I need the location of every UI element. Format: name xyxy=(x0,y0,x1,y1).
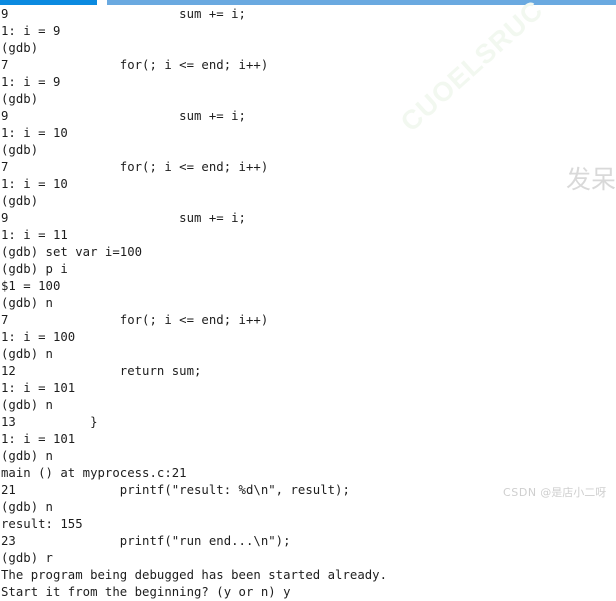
terminal-line: 1: i = 101 xyxy=(1,432,76,446)
terminal-line: The program being debugged has been star… xyxy=(1,568,388,582)
terminal-line: 9 sum += i; xyxy=(1,7,246,21)
terminal-line: (gdb) xyxy=(1,92,46,106)
terminal-line: 1: i = 101 xyxy=(1,381,76,395)
terminal-line: 1: i = 10 xyxy=(1,177,68,191)
terminal-line: 9 sum += i; xyxy=(1,109,246,123)
terminal-line: (gdb) set var i=100 xyxy=(1,245,143,259)
terminal-line: 7 for(; i <= end; i++) xyxy=(1,313,269,327)
terminal-line: 1: i = 100 xyxy=(1,330,76,344)
terminal-line: 1: i = 9 xyxy=(1,24,61,38)
terminal-line: 7 for(; i <= end; i++) xyxy=(1,58,269,72)
terminal-line: 1: i = 10 xyxy=(1,126,68,140)
terminal-line: 23 printf("run end...\n"); xyxy=(1,534,291,548)
terminal-line: 12 return sum; xyxy=(1,364,202,378)
terminal-line: $1 = 100 xyxy=(1,279,61,293)
terminal-line: (gdb) r xyxy=(1,551,53,565)
terminal-line: (gdb) xyxy=(1,143,46,157)
gdb-terminal-output[interactable]: 9 sum += i; 1: i = 9 (gdb) 7 for(; i <= en… xyxy=(0,6,616,599)
terminal-line: 1: i = 11 xyxy=(1,228,68,242)
terminal-line: result: 155 xyxy=(1,517,83,531)
terminal-line: (gdb) n xyxy=(1,449,53,463)
terminal-line: (gdb) n xyxy=(1,347,53,361)
terminal-line: 9 sum += i; xyxy=(1,211,246,225)
terminal-line: (gdb) n xyxy=(1,500,53,514)
inactive-tab-bar[interactable] xyxy=(107,0,616,5)
terminal-line: (gdb) n xyxy=(1,398,53,412)
terminal-line: (gdb) xyxy=(1,41,46,55)
active-tab-indicator[interactable] xyxy=(0,0,97,5)
terminal-line: 7 for(; i <= end; i++) xyxy=(1,160,269,174)
terminal-line: (gdb) xyxy=(1,194,46,208)
terminal-line: (gdb) n xyxy=(1,296,53,310)
terminal-line: Start it from the beginning? (y or n) y xyxy=(1,585,291,599)
terminal-line: main () at myprocess.c:21 xyxy=(1,466,187,480)
terminal-line: (gdb) p i xyxy=(1,262,68,276)
terminal-line: 13 } xyxy=(1,415,98,429)
terminal-line: 21 printf("result: %d\n", result); xyxy=(1,483,350,497)
terminal-line: 1: i = 9 xyxy=(1,75,61,89)
